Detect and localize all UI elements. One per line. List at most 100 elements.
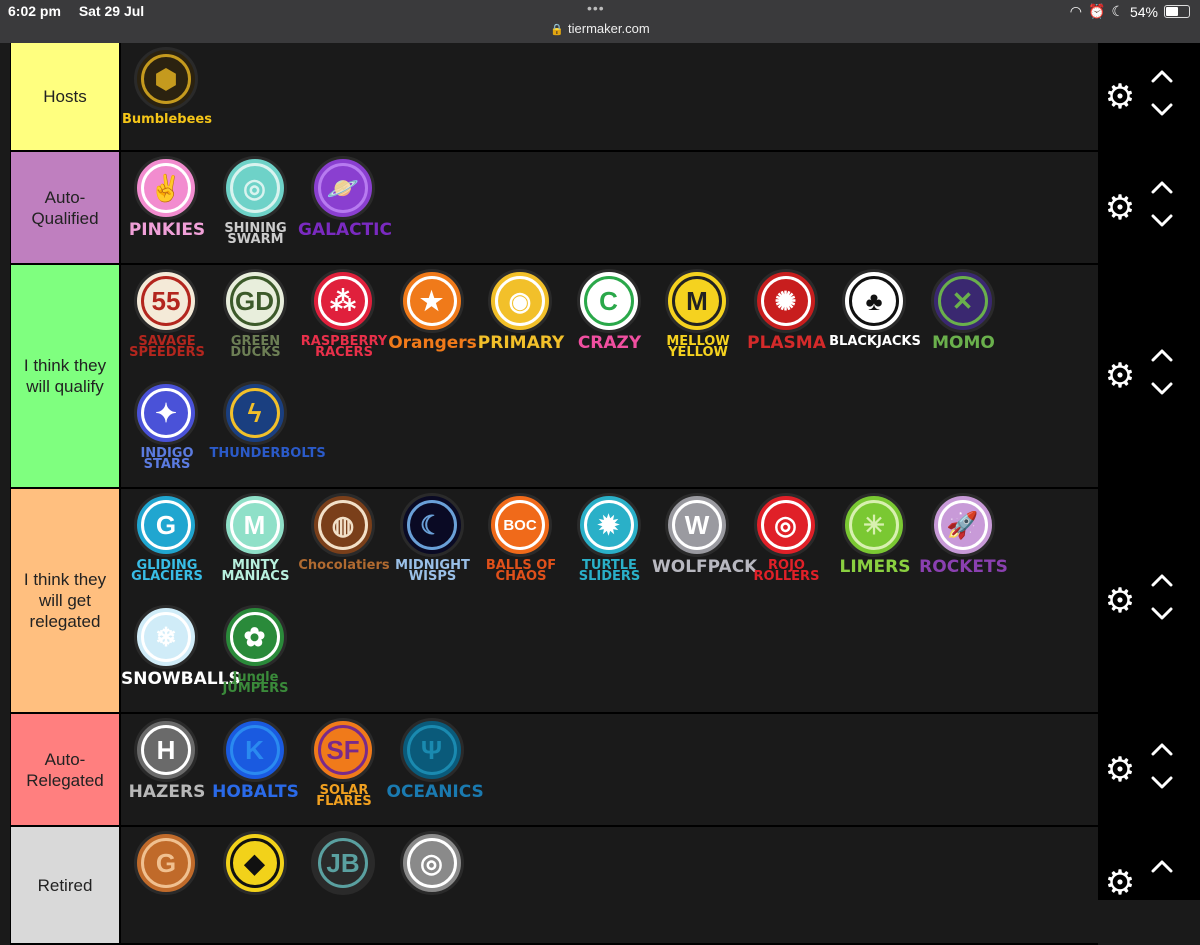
team-logo: ✿ — [222, 605, 287, 669]
gear-icon[interactable]: ⚙ — [1104, 866, 1136, 900]
team-card[interactable]: ◎ ROJO ROLLERS — [747, 490, 833, 598]
tier-row: Retired G ◆ JB ◎ — [10, 827, 1098, 945]
tier-items: ✌ PINKIES ◎ SHINING SWARM 🪐 GALACTIC — [127, 152, 1098, 263]
move-up-icon[interactable] — [1150, 859, 1174, 873]
team-card[interactable]: ★ Orangers — [388, 266, 479, 374]
logo-glyph-icon: SF — [326, 734, 360, 765]
logo-glyph-icon: GD — [235, 285, 274, 316]
move-down-icon[interactable] — [1150, 103, 1174, 117]
team-card[interactable]: G GLIDING GLACIERS — [127, 490, 213, 598]
team-logo: K — [222, 718, 287, 782]
team-logo: ✦ — [134, 381, 198, 445]
gear-icon[interactable]: ⚙ — [1104, 191, 1136, 225]
team-card[interactable]: ✕ MOMO — [924, 266, 1010, 374]
team-logo: 🚀 — [930, 493, 995, 557]
team-card[interactable]: BOC BALLS OF CHAOS — [481, 490, 567, 598]
team-logo: ♣ — [842, 269, 906, 333]
team-logo: ◎ — [399, 831, 464, 895]
tier-control-group: ⚙ — [1098, 827, 1200, 943]
team-logo: ✌ — [134, 156, 198, 220]
team-logo: ◎ — [222, 156, 287, 220]
team-card[interactable]: ✿ Jungle JUMPERS — [216, 602, 302, 710]
move-down-icon[interactable] — [1150, 382, 1174, 396]
tier-label[interactable]: I think they will get relegated — [10, 489, 121, 712]
team-card[interactable]: W WOLFPACK — [652, 490, 757, 598]
gear-icon[interactable]: ⚙ — [1104, 584, 1136, 618]
team-name: Jungle JUMPERS — [222, 670, 289, 696]
team-name: SAVAGE SPEEDERS — [129, 334, 205, 360]
team-card[interactable]: 🪐 GALACTIC — [298, 153, 392, 261]
logo-glyph-icon: ✦ — [155, 397, 177, 428]
team-card[interactable]: G — [127, 828, 213, 936]
team-card[interactable]: ⁂ RASPBERRY RACERS — [301, 266, 390, 374]
team-card[interactable]: ◍ Chocolatiers — [298, 490, 390, 598]
team-name: MOMO — [932, 333, 995, 353]
clock: 6:02 pm — [8, 3, 61, 19]
team-card[interactable]: ♣ BLACKJACKS — [829, 266, 921, 374]
team-name: BLACKJACKS — [829, 334, 921, 349]
team-logo: G — [134, 493, 198, 557]
move-up-icon[interactable] — [1150, 742, 1174, 756]
team-card[interactable]: C CRAZY — [570, 266, 656, 374]
team-card[interactable]: ϟ THUNDERBOLTS — [210, 378, 326, 486]
move-down-icon[interactable] — [1150, 776, 1174, 790]
team-name: CRAZY — [577, 333, 642, 353]
tier-label[interactable]: Hosts — [10, 43, 121, 150]
team-card[interactable]: Ψ OCEANICS — [387, 715, 484, 823]
move-up-icon[interactable] — [1150, 348, 1174, 362]
team-logo: ❄ — [134, 605, 198, 669]
team-card[interactable]: ☾ MIDNIGHT WISPS — [393, 490, 479, 598]
team-card[interactable]: ✺ PLASMA — [747, 266, 833, 374]
team-card[interactable]: H HAZERS — [127, 715, 213, 823]
team-card[interactable]: GD GREEN DUCKS — [216, 266, 302, 374]
tier-label[interactable]: Retired — [10, 827, 121, 943]
team-card[interactable]: ✹ TURTLE SLIDERS — [570, 490, 656, 598]
move-up-icon[interactable] — [1150, 69, 1174, 83]
team-logo: M — [222, 493, 287, 557]
team-logo: ✳ — [842, 493, 906, 557]
team-card[interactable]: ◎ SHINING SWARM — [216, 153, 302, 261]
team-card[interactable]: ◎ — [393, 828, 479, 936]
address-bar[interactable]: 🔒 tiermaker.com — [0, 21, 1200, 36]
date: Sat 29 Jul — [78, 3, 145, 19]
tier-control-group: ⚙ — [1098, 152, 1200, 263]
tier-control-group: ⚙ — [1098, 43, 1200, 150]
team-card[interactable]: JB — [304, 828, 390, 936]
team-name: MIDNIGHT WISPS — [395, 558, 470, 584]
tier-items: 55 SAVAGE SPEEDERS GD GREEN DUCKS ⁂ RASPBERRY… — [127, 265, 1098, 487]
team-card[interactable]: 55 SAVAGE SPEEDERS — [127, 266, 213, 374]
tier-label[interactable]: Auto- Qualified — [10, 152, 121, 263]
tier-label[interactable]: Auto- Relegated — [10, 714, 121, 825]
move-up-icon[interactable] — [1150, 573, 1174, 587]
team-card[interactable]: K HOBALTS — [212, 715, 302, 823]
lock-icon: 🔒 — [550, 24, 565, 36]
team-card[interactable]: ◆ — [216, 828, 302, 936]
logo-glyph-icon: ✌ — [149, 172, 183, 203]
move-up-icon[interactable] — [1150, 180, 1174, 194]
team-card[interactable]: ✌ PINKIES — [127, 153, 213, 261]
team-card[interactable]: 🚀 ROCKETS — [919, 490, 1010, 598]
gear-icon[interactable]: ⚙ — [1104, 359, 1136, 393]
gear-icon[interactable]: ⚙ — [1104, 80, 1136, 114]
team-name: ROCKETS — [919, 557, 1008, 577]
tier-label[interactable]: I think they will qualify — [10, 265, 121, 487]
team-logo: ◍ — [311, 493, 375, 557]
gear-icon[interactable]: ⚙ — [1104, 753, 1136, 787]
team-card[interactable]: M MELLOW YELLOW — [658, 266, 744, 374]
team-card[interactable]: ⬢ Bumblebees — [122, 44, 213, 152]
move-down-icon[interactable] — [1150, 607, 1174, 621]
team-card[interactable]: ◉ PRIMARY — [478, 266, 567, 374]
team-name: MINTY MANIACS — [221, 558, 290, 584]
multitask-dots[interactable]: ••• — [587, 0, 605, 16]
team-name: HOBALTS — [212, 782, 299, 802]
move-down-icon[interactable] — [1150, 214, 1174, 228]
team-card[interactable]: ✳ LIMERS — [835, 490, 921, 598]
team-card[interactable]: ✦ INDIGO STARS — [127, 378, 213, 486]
team-card[interactable]: ❄ SNOWBALLS — [121, 602, 241, 710]
team-card[interactable]: M MINTY MANIACS — [216, 490, 302, 598]
team-name: Chocolatiers — [298, 558, 390, 573]
logo-glyph-icon: ◎ — [243, 172, 266, 203]
team-logo: 55 — [134, 269, 198, 333]
team-logo: G — [134, 831, 198, 895]
team-card[interactable]: SF SOLAR FLARES — [304, 715, 390, 823]
